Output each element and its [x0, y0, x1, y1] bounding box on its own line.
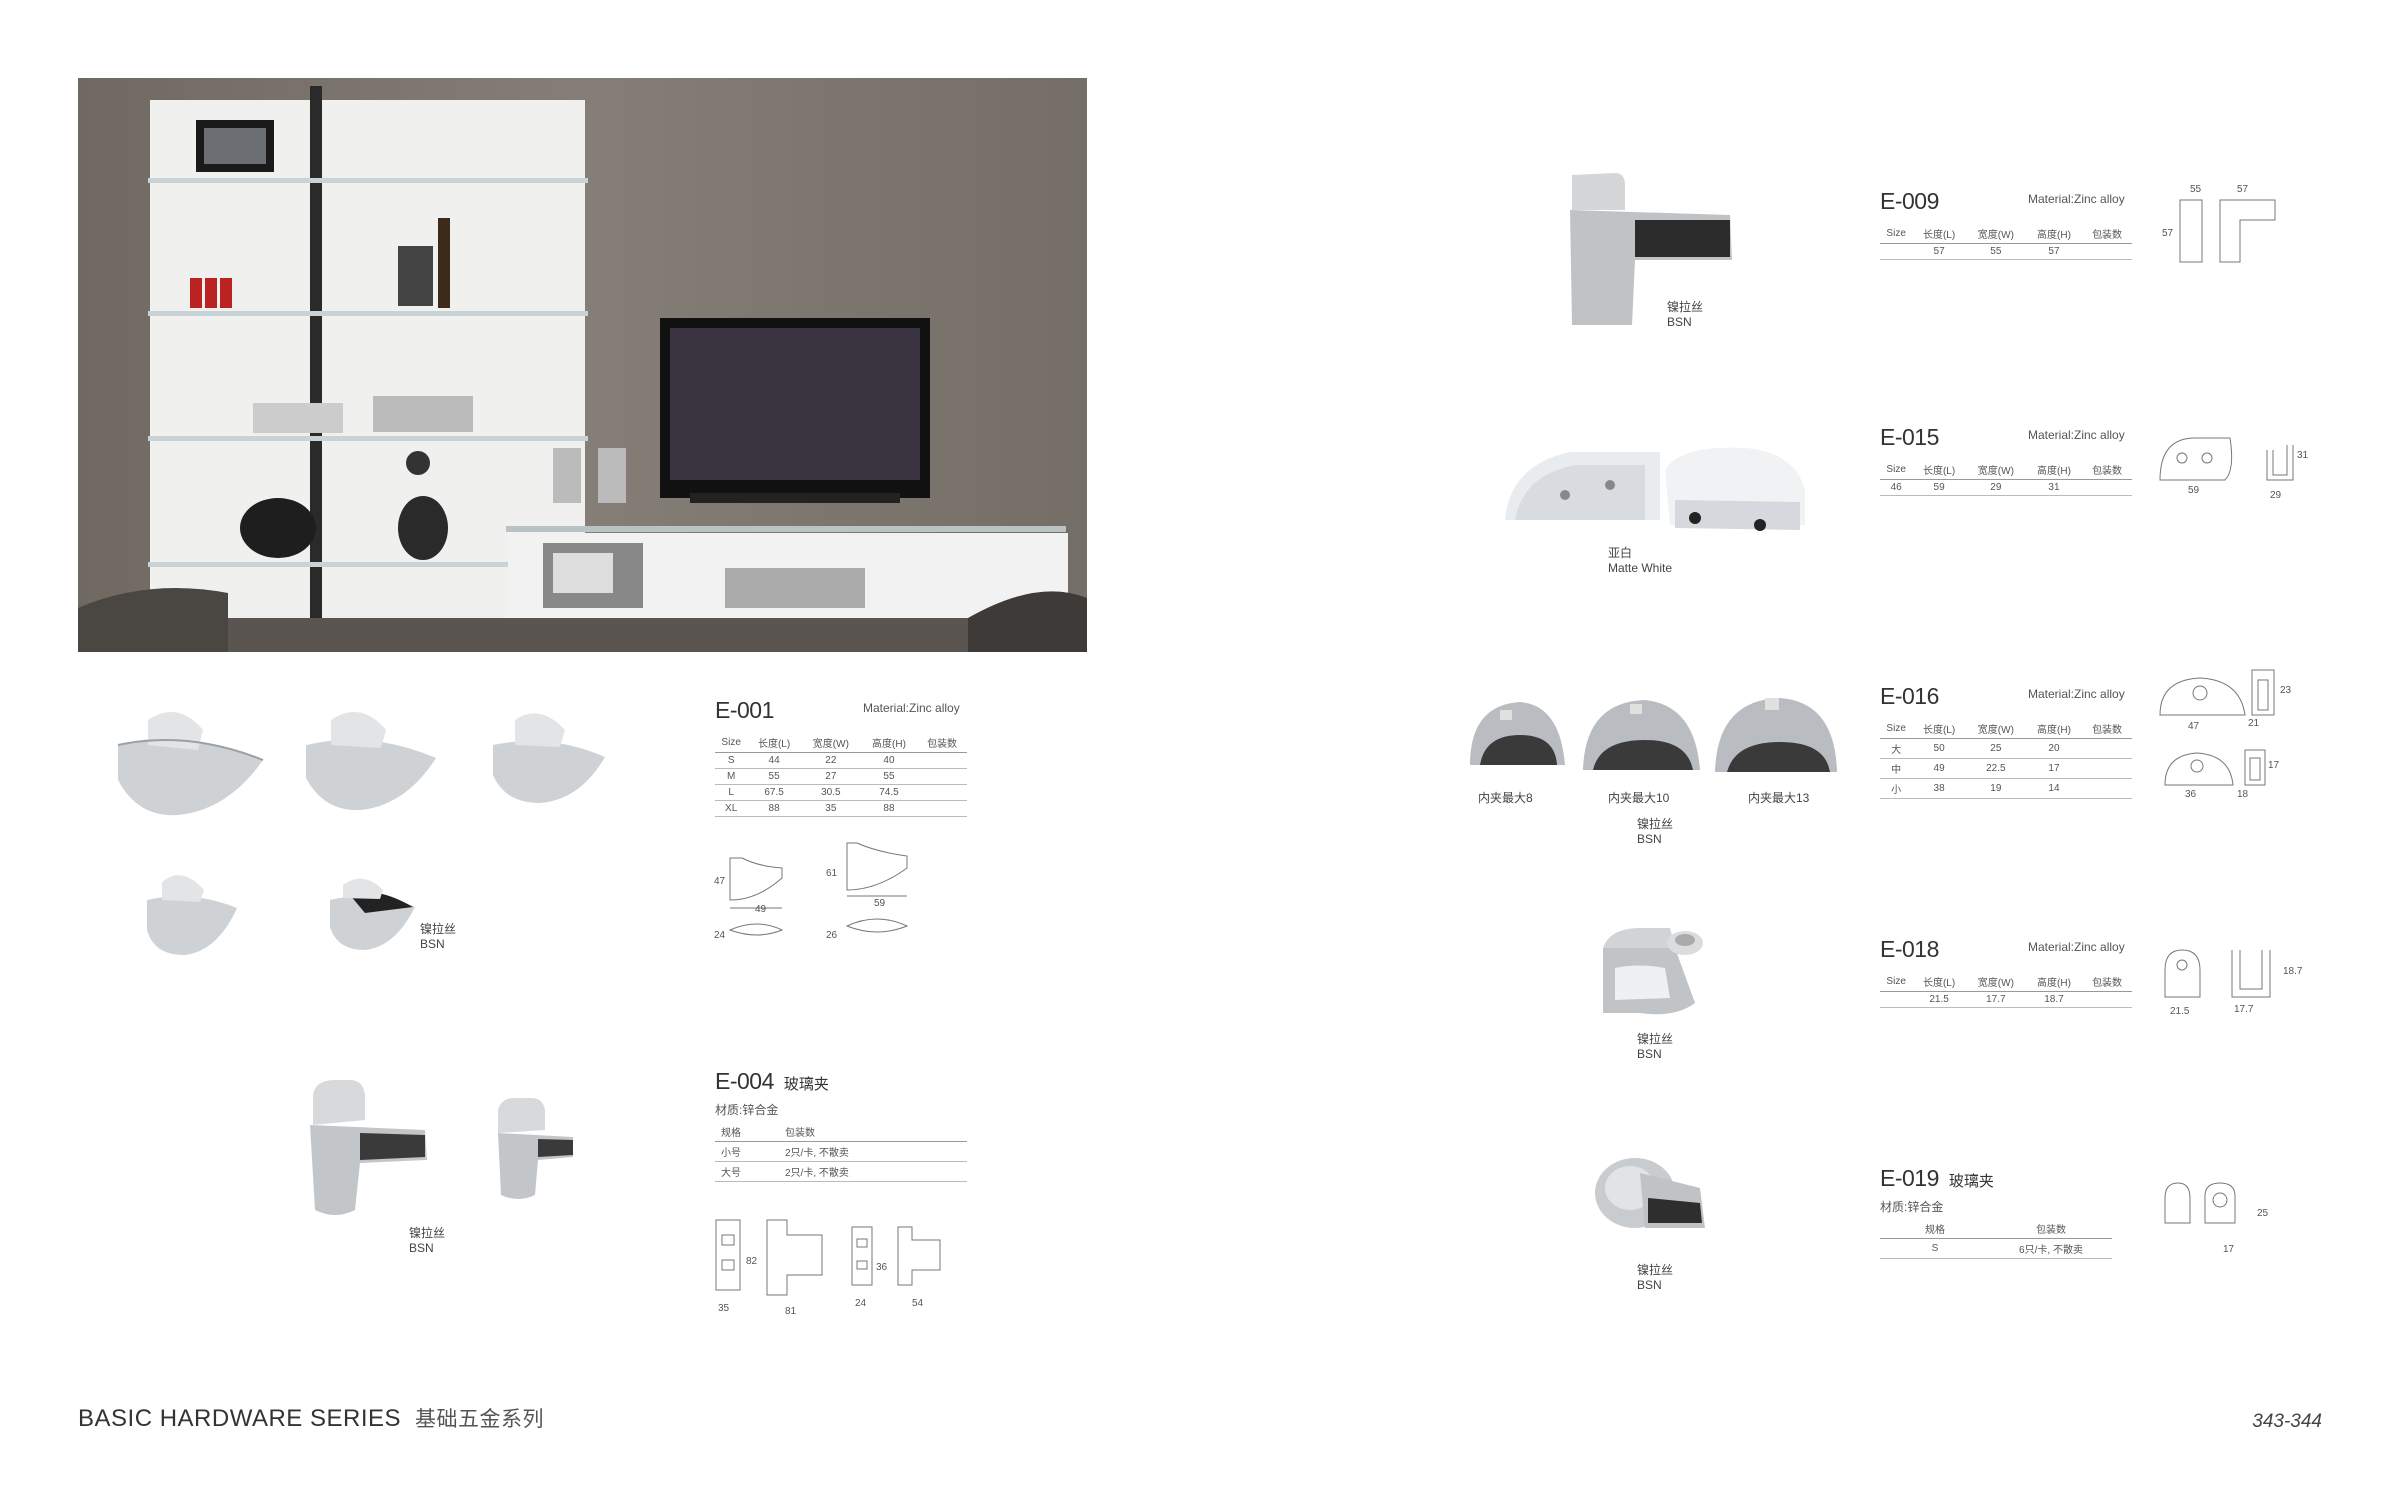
table-row: 大号 2只/卡, 不散卖	[715, 1161, 967, 1182]
table-row: 57 55 57	[1880, 243, 2132, 260]
e004-dim-w: 35	[718, 1303, 730, 1314]
e016-code: E-016	[1880, 683, 1939, 709]
e001-size-table: Size 长度(L) 宽度(W) 高度(H) 包装数 S 44 22 40 M 55 27 55 L…	[715, 733, 967, 817]
e018-dim-l: 21.5	[2170, 1006, 2190, 1017]
e009-bracket-image	[1570, 173, 1732, 325]
e009-code: E-009	[1880, 188, 1939, 214]
e019-material: 材质:锌合金	[1880, 1200, 1944, 1214]
e016-size-table: Size 长度(L) 宽度(W) 高度(H) 包装数 大 50 25 20 中 49 22.5 17…	[1880, 719, 2132, 799]
table-row: 大 50 25 20	[1880, 738, 2132, 759]
table-row: M 55 27 55	[715, 768, 967, 785]
e018-dimension-drawing	[2164, 949, 2271, 998]
e001-code: E-001	[715, 697, 774, 723]
e004-clamp-large-image	[310, 1080, 427, 1215]
e009-size-table: Size 长度(L) 宽度(W) 高度(H) 包装数 57 55 57	[1880, 224, 2132, 260]
e016-dim-h2: 17	[2268, 760, 2280, 771]
table-row: L 67.5 30.5 74.5	[715, 784, 967, 801]
e016-finish-caption: 镍拉丝 BSN	[1637, 817, 1674, 846]
e015-clip-white-image	[1505, 447, 1805, 531]
e004-size-table: 规格 包装数 小号 2只/卡, 不散卖 大号 2只/卡, 不散卖	[715, 1122, 967, 1182]
e004-dim-l2: 54	[912, 1298, 924, 1309]
e019-clip-image	[1595, 1158, 1705, 1228]
e001-bracket-s-image	[117, 712, 264, 816]
e016-dim-w2: 18	[2237, 789, 2249, 800]
e019-code: E-019 玻璃夹	[1880, 1165, 1994, 1191]
e004-finish-caption: 镍拉丝 BSN	[409, 1226, 446, 1255]
table-row: 小 38 19 14	[1880, 778, 2132, 799]
e019-dimension-drawing	[2164, 1182, 2236, 1224]
e009-dim-h: 57	[2162, 228, 2174, 239]
e001-material: Material:Zinc alloy	[863, 701, 960, 715]
e009-dim-l: 57	[2237, 184, 2249, 195]
e001-bracket-black-image	[330, 878, 415, 950]
e019-size-table: 规格 包装数 S 6只/卡, 不散卖	[1880, 1219, 2112, 1259]
e019-finish-caption: 镍拉丝 BSN	[1637, 1263, 1674, 1292]
e018-dim-w: 17.7	[2234, 1004, 2254, 1015]
e018-code: E-018	[1880, 936, 1939, 962]
e004-dim-l: 81	[785, 1306, 797, 1317]
e015-size-table: Size 长度(L) 宽度(W) 高度(H) 包装数 46 59 29 31	[1880, 460, 2132, 496]
e015-code: E-015	[1880, 424, 1939, 450]
e016-dim-l2: 36	[2185, 789, 2197, 800]
e004-material: 材质:锌合金	[715, 1103, 779, 1117]
table-row: 46 59 29 31	[1880, 479, 2132, 496]
e001-dim-l: 49	[755, 904, 767, 915]
e004-clamp-small-image	[498, 1098, 573, 1199]
e001-dim-l2: 59	[874, 898, 886, 909]
e019-dim-h: 25	[2257, 1208, 2269, 1219]
e001-dim-w: 24	[714, 930, 726, 941]
e018-size-table: Size 长度(L) 宽度(W) 高度(H) 包装数 21.5 17.7 18.7	[1880, 972, 2132, 1008]
e016-material: Material:Zinc alloy	[2028, 687, 2125, 701]
table-row: S 6只/卡, 不散卖	[1880, 1238, 2112, 1259]
e016-clips-image	[1470, 698, 1837, 772]
e009-finish-caption: 镍拉丝 BSN	[1667, 300, 1704, 329]
table-row: 小号 2只/卡, 不散卖	[715, 1141, 967, 1162]
e015-dimension-drawing	[2159, 437, 2294, 481]
e001-bracket-l-image	[493, 713, 605, 803]
e004-dim-h2: 36	[876, 1262, 888, 1273]
e015-dim-w: 29	[2270, 490, 2282, 501]
table-row: XL 88 35 88	[715, 800, 967, 817]
e018-finish-caption: 镍拉丝 BSN	[1637, 1032, 1674, 1061]
e015-finish-caption: 亚白 Matte White	[1608, 546, 1673, 575]
e018-clip-image	[1603, 928, 1703, 1015]
room-photo	[78, 78, 1087, 652]
e004-code: E-004 玻璃夹	[715, 1068, 829, 1094]
page-number: 343-344	[2252, 1411, 2322, 1432]
e001-bracket-m-image	[306, 712, 436, 811]
e001-dim-w2: 26	[826, 930, 838, 941]
e009-material: Material:Zinc alloy	[2028, 192, 2125, 206]
e001-dim-h: 47	[714, 876, 726, 887]
e001-dimension-drawing	[728, 842, 909, 936]
e001-bracket-xl-image	[147, 875, 237, 955]
e018-dim-h: 18.7	[2283, 966, 2303, 977]
e009-dimension-drawing	[2179, 199, 2276, 263]
e001-dim-h2: 61	[826, 868, 838, 879]
e004-dim-w2: 24	[855, 1298, 867, 1309]
e016-clip-label-13: 内夹最大13	[1748, 791, 1810, 805]
e019-dim-w: 17	[2223, 1244, 2235, 1255]
e016-clip-label-10: 内夹最大10	[1608, 791, 1670, 805]
e016-dim-h1: 23	[2280, 685, 2292, 696]
e015-dim-l: 59	[2188, 485, 2200, 496]
e015-dim-h: 31	[2297, 450, 2309, 461]
series-title: BASIC HARDWARE SERIES 基础五金系列	[78, 1405, 545, 1432]
table-row: S 44 22 40	[715, 752, 967, 769]
e009-dim-w: 55	[2190, 184, 2202, 195]
e016-clip-label-8: 内夹最大8	[1478, 791, 1533, 805]
table-row: 21.5 17.7 18.7	[1880, 991, 2132, 1008]
e004-dim-h: 82	[746, 1256, 758, 1267]
table-row: 中 49 22.5 17	[1880, 758, 2132, 779]
e016-dim-w1: 21	[2248, 718, 2260, 729]
e018-material: Material:Zinc alloy	[2028, 940, 2125, 954]
e015-material: Material:Zinc alloy	[2028, 428, 2125, 442]
e016-dim-l1: 47	[2188, 721, 2200, 732]
e001-finish-caption: 镍拉丝 BSN	[420, 922, 457, 951]
e016-dimension-drawing	[2159, 669, 2275, 786]
